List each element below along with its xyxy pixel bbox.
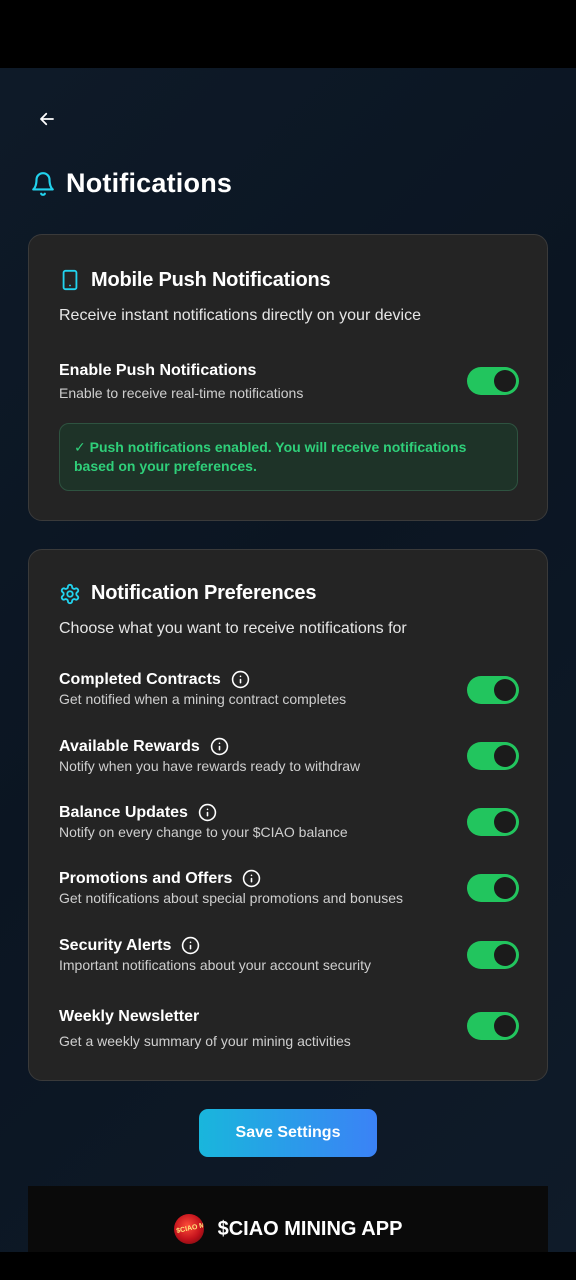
enable-push-label: Enable Push Notifications: [59, 362, 257, 379]
toggle-knob: [494, 1015, 516, 1037]
toggle-knob: [494, 944, 516, 966]
pref-label: Completed Contracts: [59, 670, 221, 688]
preferences-card-title: Notification Preferences: [91, 582, 317, 604]
push-notifications-card: Mobile Push Notifications Receive instan…: [28, 234, 548, 521]
pref-description: Notify on every change to your $CIAO bal…: [59, 824, 348, 840]
pref-description: Important notifications about your accou…: [59, 957, 372, 973]
toggle-knob: [494, 370, 516, 392]
enable-push-toggle[interactable]: [467, 367, 519, 395]
pref-label: Balance Updates: [59, 803, 188, 821]
app-screen: Notifications Mobile Push Notifications …: [0, 68, 576, 1252]
weekly-newsletter-toggle[interactable]: [467, 1012, 519, 1040]
app-brand-name: $CIAO MINING APP: [217, 1218, 403, 1240]
promotions-toggle[interactable]: [467, 874, 519, 902]
pref-description: Notify when you have rewards ready to wi…: [59, 758, 361, 774]
info-icon[interactable]: [181, 936, 200, 955]
push-card-header: Mobile Push Notifications: [59, 267, 331, 293]
balance-updates-toggle[interactable]: [467, 808, 519, 836]
page-title: Notifications: [66, 168, 233, 198]
pref-description: Get notified when a mining contract comp…: [59, 691, 347, 707]
pref-row-security-alerts: Security Alerts Important notifications …: [59, 936, 519, 973]
pref-row-available-rewards: Available Rewards Notify when you have r…: [59, 737, 519, 774]
pref-row-balance-updates: Balance Updates Notify on every change t…: [59, 803, 519, 840]
available-rewards-toggle[interactable]: [467, 742, 519, 770]
pref-description: Get a weekly summary of your mining acti…: [59, 1033, 351, 1049]
preferences-card-subtitle: Choose what you want to receive notifica…: [59, 620, 407, 637]
enable-push-row: Enable Push Notifications Enable to rece…: [59, 362, 519, 401]
info-icon[interactable]: [210, 737, 229, 756]
toggle-knob: [494, 679, 516, 701]
toggle-knob: [494, 811, 516, 833]
pref-label: Promotions and Offers: [59, 869, 233, 887]
info-icon[interactable]: [198, 803, 217, 822]
completed-contracts-toggle[interactable]: [467, 676, 519, 704]
security-alerts-toggle[interactable]: [467, 941, 519, 969]
info-icon[interactable]: [242, 869, 261, 888]
smartphone-icon: [62, 269, 78, 291]
status-bar: [0, 0, 576, 68]
push-card-title: Mobile Push Notifications: [91, 268, 331, 291]
pref-row-completed-contracts: Completed Contracts Get notified when a …: [59, 670, 519, 707]
gear-icon: [60, 583, 80, 604]
toggle-knob: [494, 745, 516, 767]
push-status-message: ✓ Push notifications enabled. You will r…: [59, 423, 518, 491]
pref-row-promotions: Promotions and Offers Get notifications …: [59, 869, 519, 906]
arrow-left-icon: [40, 112, 54, 126]
push-card-subtitle: Receive instant notifications directly o…: [59, 307, 421, 324]
pref-label: Security Alerts: [59, 936, 172, 954]
pref-description: Get notifications about special promotio…: [59, 890, 403, 906]
bell-icon: [32, 171, 54, 196]
pref-label: Available Rewards: [59, 737, 200, 755]
page-header: Notifications: [30, 168, 232, 199]
navigation-bar: [0, 1252, 576, 1280]
pref-label: Weekly Newsletter: [59, 1008, 200, 1025]
pref-row-weekly-newsletter: Weekly Newsletter Get a weekly summary o…: [59, 1008, 519, 1049]
app-logo: $CIAO MINING: [173, 1214, 204, 1244]
toggle-knob: [494, 877, 516, 899]
info-icon[interactable]: [231, 670, 250, 689]
save-settings-button[interactable]: Save Settings: [199, 1109, 377, 1157]
app-footer: $CIAO MINING $CIAO MINING APP: [28, 1186, 548, 1252]
notification-preferences-card: Notification Preferences Choose what you…: [28, 549, 548, 1081]
preferences-card-header: Notification Preferences: [59, 582, 316, 605]
enable-push-description: Enable to receive real-time notification…: [59, 385, 304, 401]
back-button[interactable]: [34, 106, 60, 132]
